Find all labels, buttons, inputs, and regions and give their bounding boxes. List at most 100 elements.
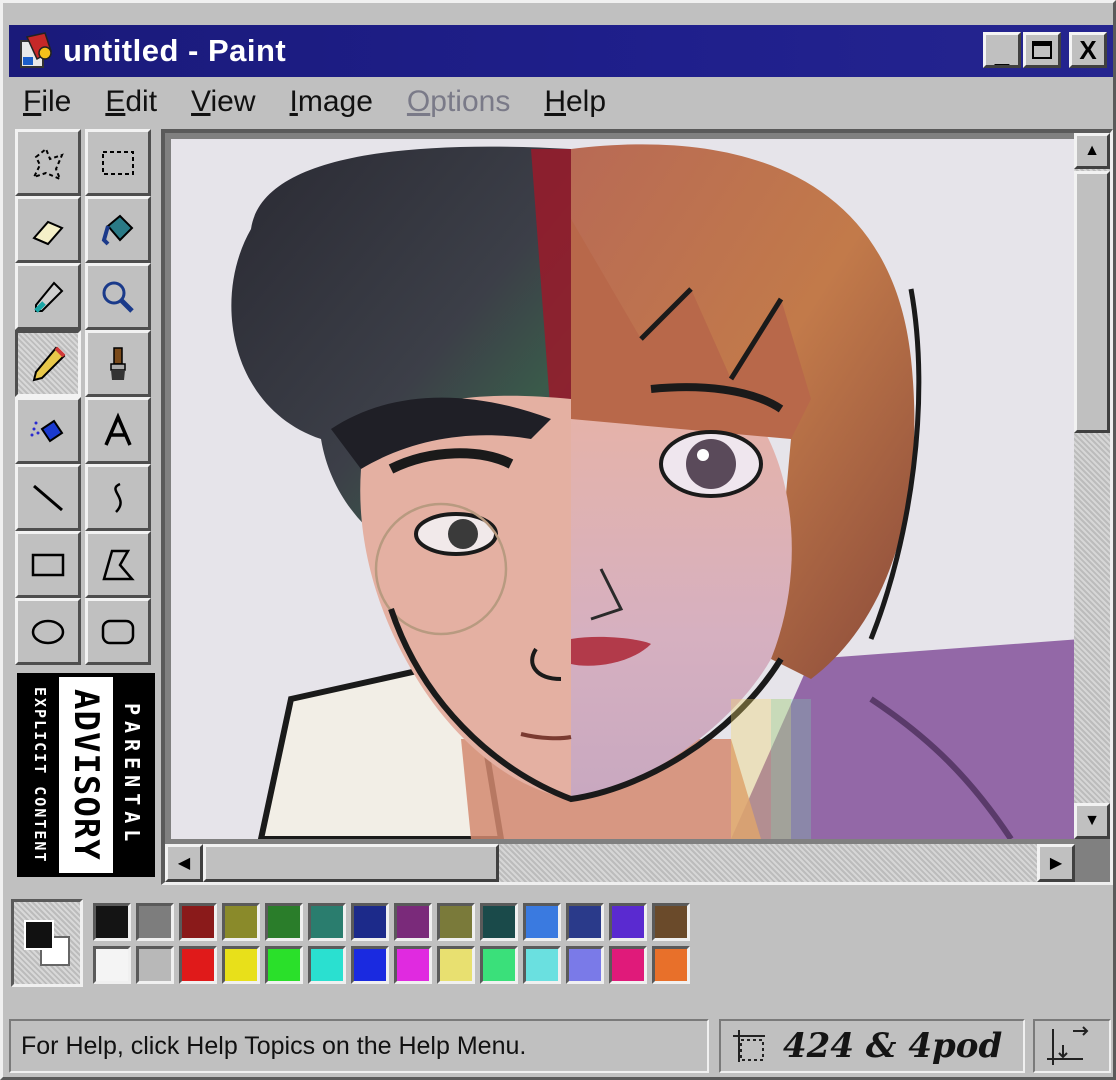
tool-polygon[interactable] xyxy=(85,531,151,598)
rounded-rectangle-icon xyxy=(101,619,135,644)
advisory-parental: PARENTAL xyxy=(113,677,151,873)
foreground-color[interactable] xyxy=(24,920,54,950)
magnifier-icon xyxy=(102,281,134,313)
palette-swatch[interactable] xyxy=(351,946,389,984)
scroll-up-button[interactable]: ▲ xyxy=(1074,133,1110,169)
palette-swatch[interactable] xyxy=(93,903,131,941)
tool-pick-color[interactable] xyxy=(15,263,81,330)
maximize-icon xyxy=(1032,41,1052,59)
minimize-icon: _ xyxy=(994,37,1010,68)
drawing-canvas[interactable] xyxy=(171,139,1081,839)
tool-curve[interactable] xyxy=(85,464,151,531)
tool-free-form-select[interactable] xyxy=(15,129,81,196)
tool-rounded-rectangle[interactable] xyxy=(85,598,151,665)
menu-options[interactable]: Options xyxy=(393,85,524,119)
palette-swatch[interactable] xyxy=(222,946,260,984)
palette-swatch[interactable] xyxy=(652,946,690,984)
brush-icon xyxy=(110,346,126,380)
tool-airbrush[interactable] xyxy=(15,397,81,464)
canvas-area: ▲ ▼ ◀ ▶ xyxy=(161,129,1113,885)
tool-line[interactable] xyxy=(15,464,81,531)
palette-swatch[interactable] xyxy=(93,946,131,984)
rectangle-icon xyxy=(31,553,65,576)
palette-swatch[interactable] xyxy=(136,903,174,941)
cursor-position-icon xyxy=(733,1030,765,1062)
palette-swatch[interactable] xyxy=(265,903,303,941)
arrow-right-icon: ▶ xyxy=(1049,855,1063,872)
arrow-down-icon: ▼ xyxy=(1084,812,1100,829)
close-button[interactable]: X xyxy=(1069,32,1107,68)
palette-swatch[interactable] xyxy=(179,946,217,984)
tool-pencil[interactable] xyxy=(15,330,81,397)
tool-brush[interactable] xyxy=(85,330,151,397)
menu-file[interactable]: File xyxy=(9,85,85,119)
scroll-right-button[interactable]: ▶ xyxy=(1037,844,1075,882)
toolbox xyxy=(15,129,157,669)
free-form-select-icon xyxy=(32,146,64,181)
ellipse-icon xyxy=(31,619,65,644)
palette-swatch[interactable] xyxy=(308,946,346,984)
eraser-icon xyxy=(32,220,64,245)
palette-swatch[interactable] xyxy=(566,946,604,984)
palette-swatch[interactable] xyxy=(437,903,475,941)
palette-swatch[interactable] xyxy=(179,903,217,941)
minimize-button[interactable]: _ xyxy=(983,32,1021,68)
scroll-left-button[interactable]: ◀ xyxy=(165,844,203,882)
palette-swatch[interactable] xyxy=(394,946,432,984)
scroll-down-button[interactable]: ▼ xyxy=(1074,803,1110,839)
palette-swatch[interactable] xyxy=(480,946,518,984)
close-icon: X xyxy=(1079,34,1097,65)
palette-swatch[interactable] xyxy=(265,946,303,984)
paint-window: untitled - Paint _ X File Edit View Imag… xyxy=(0,0,1116,1080)
tool-rectangle[interactable] xyxy=(15,531,81,598)
vertical-scroll-thumb[interactable] xyxy=(1074,171,1110,433)
tool-ellipse[interactable] xyxy=(15,598,81,665)
arrow-left-icon: ◀ xyxy=(177,855,191,872)
palette-swatch[interactable] xyxy=(308,903,346,941)
horizontal-scroll-thumb[interactable] xyxy=(203,844,499,882)
menu-image[interactable]: Image xyxy=(276,85,387,119)
parental-advisory-label: EXPLICIT CONTENT ADVISORY PARENTAL xyxy=(17,673,155,877)
palette-swatch[interactable] xyxy=(566,903,604,941)
polygon-icon xyxy=(102,549,135,580)
window-title: untitled - Paint xyxy=(63,33,287,68)
status-coordinates: 424 & 4pod xyxy=(719,1019,1025,1073)
palette-swatch[interactable] xyxy=(523,946,561,984)
menu-view[interactable]: View xyxy=(177,85,269,119)
tool-magnifier[interactable] xyxy=(85,263,151,330)
curve-icon xyxy=(114,482,122,513)
paint-bucket-icon xyxy=(101,214,134,245)
tool-text[interactable] xyxy=(85,397,151,464)
maximize-button[interactable] xyxy=(1023,32,1061,68)
palette-swatch[interactable] xyxy=(222,903,260,941)
advisory-word: ADVISORY xyxy=(66,689,106,861)
current-colors[interactable] xyxy=(11,899,83,987)
menu-help[interactable]: Help xyxy=(530,85,620,119)
palette-swatch[interactable] xyxy=(609,903,647,941)
tool-fill[interactable] xyxy=(85,196,151,263)
palette-swatch[interactable] xyxy=(136,946,174,984)
palette-swatch[interactable] xyxy=(351,903,389,941)
palette-swatch[interactable] xyxy=(394,903,432,941)
tool-eraser[interactable] xyxy=(15,196,81,263)
horizontal-scrollbar[interactable]: ◀ ▶ xyxy=(165,844,1075,882)
text-icon xyxy=(104,412,132,446)
palette-swatch[interactable] xyxy=(523,903,561,941)
advisory-explicit-content: EXPLICIT CONTENT xyxy=(21,677,59,873)
paint-app-icon[interactable] xyxy=(17,31,57,71)
palette-swatch[interactable] xyxy=(480,903,518,941)
pencil-icon xyxy=(32,346,66,381)
palette-swatch[interactable] xyxy=(652,903,690,941)
vertical-scrollbar[interactable]: ▲ ▼ xyxy=(1074,133,1110,839)
tool-rect-select[interactable] xyxy=(85,129,151,196)
line-icon xyxy=(33,484,63,511)
palette-swatch[interactable] xyxy=(437,946,475,984)
selection-size-icon xyxy=(1047,1026,1089,1065)
airbrush-icon xyxy=(30,419,64,442)
menu-edit[interactable]: Edit xyxy=(91,85,171,119)
title-bar[interactable]: untitled - Paint _ X xyxy=(9,25,1113,77)
status-bar: For Help, click Help Topics on the Help … xyxy=(9,1015,1113,1077)
rect-select-icon xyxy=(102,150,134,175)
coordinates-value: 424 & 4pod xyxy=(783,1026,1003,1066)
palette-swatch[interactable] xyxy=(609,946,647,984)
